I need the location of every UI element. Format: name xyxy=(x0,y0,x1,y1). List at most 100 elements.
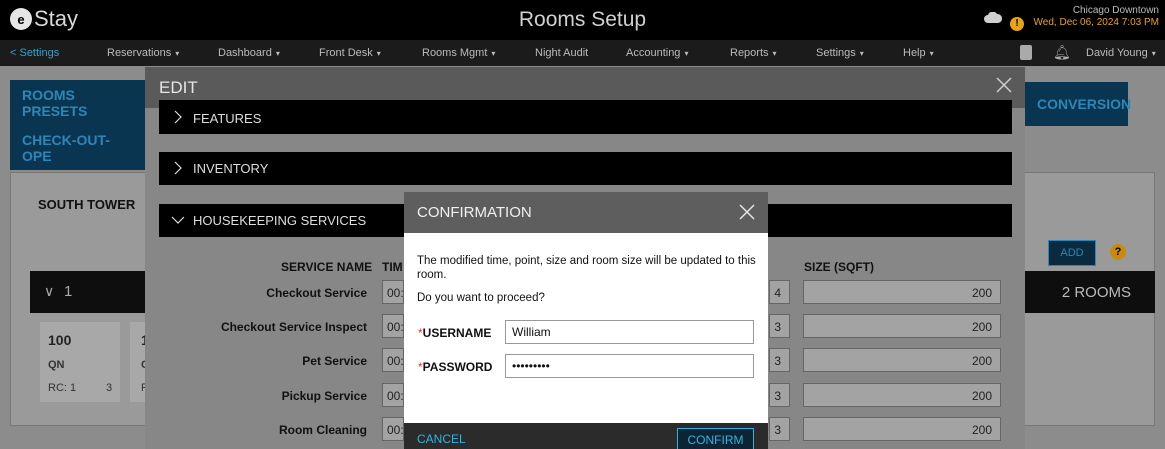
nav-label: Night Audit xyxy=(535,47,589,59)
room-type: QN xyxy=(48,359,65,371)
room-rc: RC: 1 xyxy=(48,382,77,394)
nav-label: Accounting xyxy=(626,47,681,59)
service-name: Checkout Service Inspect xyxy=(220,320,367,334)
service-size-input[interactable]: 200 xyxy=(803,383,1001,407)
hotel-location: Chicago Downtown xyxy=(1072,5,1159,16)
service-size-input[interactable]: 200 xyxy=(803,417,1001,441)
nav-rooms-mgmt[interactable]: Rooms Mgmt ▾ xyxy=(422,47,495,59)
back-to-settings-link[interactable]: < Settings xyxy=(10,47,59,59)
chevron-right-icon xyxy=(174,161,182,175)
password-label: *PASSWORD xyxy=(418,360,508,374)
add-button[interactable]: ADD xyxy=(1048,240,1096,266)
nav-night-audit[interactable]: Night Audit xyxy=(535,47,588,59)
service-name: Pet Service xyxy=(302,354,367,368)
nav-front-desk[interactable]: Front Desk ▾ xyxy=(319,47,381,59)
chevron-down-icon: ▾ xyxy=(772,49,777,58)
tile-check-out-options[interactable]: CHECK-OUT-OPE xyxy=(10,126,148,170)
room-number: 100 xyxy=(48,332,72,348)
service-size-input[interactable]: 200 xyxy=(803,314,1001,338)
warning-icon[interactable]: ! xyxy=(1010,17,1024,31)
group-label: 1 xyxy=(64,283,73,300)
chevron-down-icon: ▾ xyxy=(1151,49,1156,58)
confirmation-footer: CANCEL CONFIRM xyxy=(404,423,768,449)
section-label: INVENTORY xyxy=(193,161,269,176)
confirmation-title: CONFIRMATION xyxy=(417,204,532,221)
confirmation-question: Do you want to proceed? xyxy=(417,292,545,304)
logo-text: Stay xyxy=(34,6,79,31)
service-time-input[interactable]: 00: xyxy=(382,348,404,372)
nav-dashboard[interactable]: Dashboard ▾ xyxy=(218,47,280,59)
username-field[interactable] xyxy=(505,320,754,344)
user-menu[interactable]: David Young ▾ xyxy=(1086,47,1156,59)
chevron-down-icon: ∨ xyxy=(44,283,55,299)
room-extra: 3 xyxy=(106,382,113,394)
service-time-input[interactable]: 00: xyxy=(382,417,404,441)
nav-label: Reservations xyxy=(107,47,172,59)
service-time-input[interactable]: 00: xyxy=(382,383,404,407)
service-size-input[interactable]: 200 xyxy=(803,280,1001,304)
service-points-input[interactable]: 3 xyxy=(769,314,790,338)
confirm-button[interactable]: CONFIRM xyxy=(677,428,754,449)
app-header: e Stay Rooms Setup ! Chicago Downtown We… xyxy=(0,0,1165,40)
nav-label: Settings xyxy=(816,47,856,59)
cancel-button[interactable]: CANCEL xyxy=(417,432,466,446)
column-time: TIM xyxy=(382,260,403,274)
nav-label: Reports xyxy=(730,47,769,59)
chevron-down-icon: ▾ xyxy=(929,49,934,58)
nav-reservations[interactable]: Reservations ▾ xyxy=(107,47,179,59)
service-points-input[interactable]: 3 xyxy=(769,348,790,372)
nav-help[interactable]: Help ▾ xyxy=(903,47,934,59)
service-points-input[interactable]: 3 xyxy=(769,383,790,407)
chevron-down-icon: ▾ xyxy=(175,49,180,58)
bell-icon[interactable]: 🔔︎ xyxy=(1053,44,1071,61)
cloud-icon[interactable] xyxy=(984,12,1002,24)
chevron-down-icon: ▾ xyxy=(859,49,864,58)
business-datetime: Wed, Dec 06, 2024 7:03 PM xyxy=(1033,17,1159,28)
service-time-input[interactable]: 00: xyxy=(382,280,404,304)
user-name: David Young xyxy=(1086,47,1148,59)
nav-label: Rooms Mgmt xyxy=(422,47,488,59)
section-features[interactable]: FEATURES xyxy=(159,100,1012,134)
service-name: Pickup Service xyxy=(281,389,367,403)
nav-label: Help xyxy=(903,47,926,59)
room-count: 2 ROOMS xyxy=(1061,284,1131,301)
clipboard-icon[interactable] xyxy=(1020,45,1032,60)
tile-conversion[interactable]: CONVERSION xyxy=(1025,82,1131,126)
chevron-right-icon xyxy=(174,110,182,124)
chevron-down-icon xyxy=(171,216,185,224)
nav-accounting[interactable]: Accounting ▾ xyxy=(626,47,688,59)
nav-reports[interactable]: Reports ▾ xyxy=(730,47,777,59)
nav-settings[interactable]: Settings ▾ xyxy=(816,47,864,59)
service-points-input[interactable]: 3 xyxy=(769,417,790,441)
section-label: HOUSEKEEPING SERVICES xyxy=(193,213,367,228)
password-field[interactable] xyxy=(505,354,754,378)
close-icon[interactable] xyxy=(738,203,756,221)
service-size-input[interactable]: 200 xyxy=(803,348,1001,372)
app-logo[interactable]: e Stay xyxy=(10,6,78,32)
service-name: Room Cleaning xyxy=(278,423,367,437)
column-service-name: SERVICE NAME xyxy=(281,260,373,274)
logo-mark: e xyxy=(10,8,32,30)
password-label-text: PASSWORD xyxy=(422,360,493,374)
section-inventory[interactable]: INVENTORY xyxy=(159,152,1012,185)
tile-rooms-presets[interactable]: ROOMS PRESETS xyxy=(10,80,148,126)
confirmation-message: The modified time, point, size and room … xyxy=(417,255,756,281)
close-icon[interactable] xyxy=(995,76,1013,94)
hotel-info: Chicago Downtown Wed, Dec 06, 2024 7:03 … xyxy=(1034,5,1159,29)
service-points-input[interactable]: 4 xyxy=(769,280,790,304)
service-time-input[interactable]: 00: xyxy=(382,314,404,338)
chevron-down-icon: ▾ xyxy=(684,49,689,58)
nav-label: Front Desk xyxy=(319,47,373,59)
username-label: *USERNAME xyxy=(418,326,508,340)
section-label: FEATURES xyxy=(193,111,262,126)
column-size: SIZE (SQFT) xyxy=(804,260,874,274)
edit-modal-title: EDIT xyxy=(159,78,198,97)
service-name: Checkout Service xyxy=(266,286,367,300)
confirmation-header: CONFIRMATION xyxy=(404,192,768,233)
chevron-down-icon: ▾ xyxy=(376,49,381,58)
chevron-down-icon: ▾ xyxy=(491,49,496,58)
help-icon[interactable]: ? xyxy=(1110,244,1126,260)
main-nav: < Settings Reservations ▾ Dashboard ▾ Fron… xyxy=(0,40,1165,66)
room-card[interactable]: 100 QN RC: 1 3 xyxy=(40,322,120,402)
tower-name: SOUTH TOWER xyxy=(38,197,136,212)
